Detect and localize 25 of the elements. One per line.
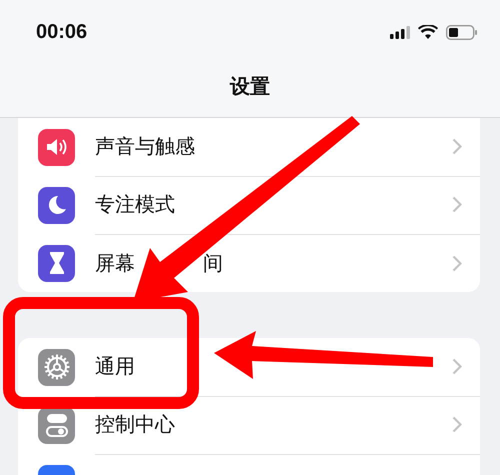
chevron-icon (452, 254, 462, 272)
toggles-icon (44, 412, 68, 438)
chevron-icon (452, 358, 462, 375)
status-time: 00:06 (36, 20, 88, 44)
hourglass-icon (48, 251, 64, 275)
app-icon-tile[interactable] (38, 348, 75, 386)
app-icon-tile[interactable] (38, 244, 75, 282)
app-icon-tile[interactable] (38, 186, 75, 224)
setting-label[interactable]: 专注模式 (95, 191, 175, 218)
chevron-icon (452, 416, 462, 433)
chevron-icon (452, 196, 462, 213)
setting-label[interactable]: 声音与触感 (95, 133, 195, 160)
chevron-icon (452, 138, 462, 155)
setting-label[interactable]: 控制中心 (95, 411, 175, 438)
wifi-icon (418, 25, 438, 39)
setting-label[interactable]: 通用 (95, 353, 135, 380)
gear-icon (42, 353, 70, 381)
signal-icon (390, 26, 410, 38)
app-icon-tile[interactable] (38, 128, 75, 166)
battery-icon (446, 24, 478, 40)
setting-label[interactable]: 间 (203, 250, 223, 276)
speaker-icon (44, 137, 68, 157)
app-icon-tile[interactable] (38, 406, 75, 444)
page-title: 设置 (230, 73, 270, 100)
setting-label[interactable]: 屏幕 (95, 250, 135, 276)
